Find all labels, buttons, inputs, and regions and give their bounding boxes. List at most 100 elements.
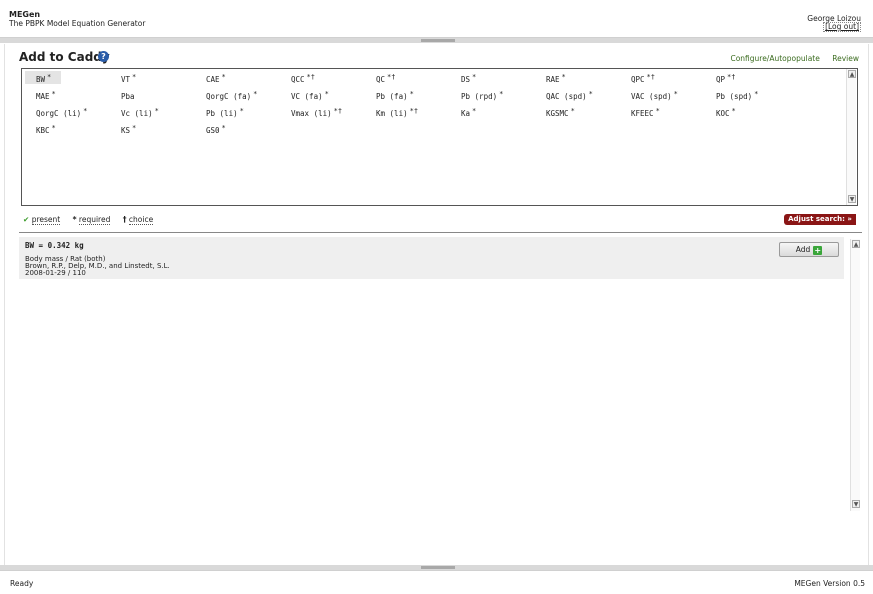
result-item: BW = 0.342 kg Body mass / Rat (both) Bro… xyxy=(19,237,844,279)
variable-name: BW xyxy=(36,75,46,84)
variable-item[interactable]: VC (fa) * xyxy=(280,88,329,101)
variable-name: QP xyxy=(716,75,726,84)
variable-item[interactable]: KS * xyxy=(110,122,136,135)
scroll-up-icon[interactable]: ▲ xyxy=(852,240,860,248)
variable-mark: * xyxy=(83,107,88,115)
result-date: 2008-01-29 / 110 xyxy=(25,269,86,277)
variable-item[interactable]: QAC (spd) * xyxy=(535,88,593,101)
variable-mark: *† xyxy=(333,107,343,115)
asterisk-icon: * xyxy=(72,215,77,224)
variable-mark: *† xyxy=(387,73,396,81)
variable-name: Pb (rpd) xyxy=(461,92,498,101)
variable-item[interactable]: CAE * xyxy=(195,71,226,84)
adjust-search-button[interactable]: Adjust search: » xyxy=(784,214,856,225)
variable-mark: * xyxy=(51,124,56,132)
help-icon[interactable]: ? xyxy=(98,51,109,62)
app-header: MEGen The PBPK Model Equation Generator … xyxy=(0,0,873,38)
variable-item[interactable]: DS * xyxy=(450,71,476,84)
variable-name: Pb (spd) xyxy=(716,92,753,101)
status-text: Ready xyxy=(10,579,34,588)
variable-name: Ka xyxy=(461,109,471,118)
divider xyxy=(19,232,862,233)
variable-item[interactable]: Pb (li) * xyxy=(195,105,244,118)
variable-name: QCC xyxy=(291,75,305,84)
variable-item[interactable]: Ka * xyxy=(450,105,476,118)
main-panel: Add to Caddy ? Configure/Autopopulate Re… xyxy=(4,44,869,565)
variable-name: QorgC (fa) xyxy=(206,92,252,101)
variable-item[interactable]: QP *† xyxy=(705,71,735,84)
scroll-down-icon[interactable]: ▼ xyxy=(848,195,856,203)
dagger-icon: † xyxy=(122,215,127,224)
variable-mark: * xyxy=(754,90,759,98)
variable-scrollbar[interactable]: ▲ ▼ xyxy=(846,69,856,205)
variable-item[interactable]: Pb (spd) * xyxy=(705,88,758,101)
legend-present: ✔ present xyxy=(23,215,61,225)
variable-mark: * xyxy=(239,107,244,115)
scroll-down-icon[interactable]: ▼ xyxy=(852,500,860,508)
variable-mark: * xyxy=(221,124,226,132)
variable-item[interactable]: Pb (fa) * xyxy=(365,88,414,101)
variable-item[interactable]: GS0 * xyxy=(195,122,226,135)
variable-item[interactable]: Pb (rpd) * xyxy=(450,88,503,101)
variable-item[interactable]: Vmax (li) *† xyxy=(280,105,342,118)
variable-mark: *† xyxy=(727,73,736,81)
version-text: MEGen Version 0.5 xyxy=(794,579,865,588)
variable-name: KS xyxy=(121,126,131,135)
variable-mark: * xyxy=(561,73,566,81)
variable-item[interactable]: RAE * xyxy=(535,71,566,84)
variable-item[interactable]: BW * xyxy=(25,71,61,84)
top-splitter[interactable] xyxy=(0,38,873,43)
variable-mark: * xyxy=(588,90,593,98)
variable-mark: * xyxy=(132,124,137,132)
scroll-up-icon[interactable]: ▲ xyxy=(848,70,856,78)
variable-item[interactable]: Vc (li) * xyxy=(110,105,159,118)
logout-link[interactable]: [Log out] xyxy=(823,22,861,32)
variable-item[interactable]: QorgC (li) * xyxy=(25,105,87,118)
result-panel: BW = 0.342 kg Body mass / Rat (both) Bro… xyxy=(19,237,861,561)
variable-item[interactable]: KBC * xyxy=(25,122,56,135)
variable-item[interactable]: VAC (spd) * xyxy=(620,88,678,101)
variable-item[interactable]: Pba xyxy=(110,88,137,101)
variable-name: QAC (spd) xyxy=(546,92,587,101)
variable-mark: * xyxy=(472,73,477,81)
result-scrollbar[interactable]: ▲ ▼ xyxy=(850,239,860,511)
variable-mark: * xyxy=(253,90,258,98)
splitter-grip[interactable] xyxy=(421,566,455,569)
variable-item[interactable]: KOC * xyxy=(705,105,736,118)
variable-mark: * xyxy=(51,90,56,98)
result-title: BW = 0.342 kg xyxy=(25,241,84,250)
variable-mark: * xyxy=(570,107,575,115)
variable-mark: * xyxy=(132,73,137,81)
variable-mark: *† xyxy=(646,73,655,81)
variable-name: Pb (fa) xyxy=(376,92,408,101)
variable-item[interactable]: Km (li) *† xyxy=(365,105,418,118)
variable-name: QorgC (li) xyxy=(36,109,82,118)
variable-name: Vmax (li) xyxy=(291,109,332,118)
add-button[interactable]: Add + xyxy=(779,242,839,257)
variable-name: Km (li) xyxy=(376,109,408,118)
variable-name: MAE xyxy=(36,92,50,101)
legend-required: * required xyxy=(72,215,111,225)
variable-item[interactable]: QCC *† xyxy=(280,71,315,84)
variable-item[interactable]: KFEEC * xyxy=(620,105,660,118)
variable-item[interactable]: QPC *† xyxy=(620,71,655,84)
variable-mark: * xyxy=(499,90,504,98)
variable-mark: * xyxy=(154,107,159,115)
variable-mark: * xyxy=(472,107,477,115)
variable-mark: *† xyxy=(409,107,419,115)
variable-item[interactable]: QorgC (fa) * xyxy=(195,88,257,101)
variable-item[interactable]: KGSMC * xyxy=(535,105,575,118)
configure-autopopulate-link[interactable]: Configure/Autopopulate xyxy=(730,54,819,63)
splitter-grip[interactable] xyxy=(421,39,455,42)
plus-icon: + xyxy=(813,246,823,255)
page-title: Add to Caddy xyxy=(19,50,110,64)
variable-name: CAE xyxy=(206,75,220,84)
variable-item[interactable]: MAE * xyxy=(25,88,56,101)
review-link[interactable]: Review xyxy=(832,54,859,63)
variable-name: QPC xyxy=(631,75,645,84)
variable-name: RAE xyxy=(546,75,560,84)
variable-item[interactable]: QC *† xyxy=(365,71,395,84)
variable-item[interactable]: VT * xyxy=(110,71,136,84)
legend-choice: † choice xyxy=(122,215,154,225)
variable-mark: * xyxy=(324,90,329,98)
